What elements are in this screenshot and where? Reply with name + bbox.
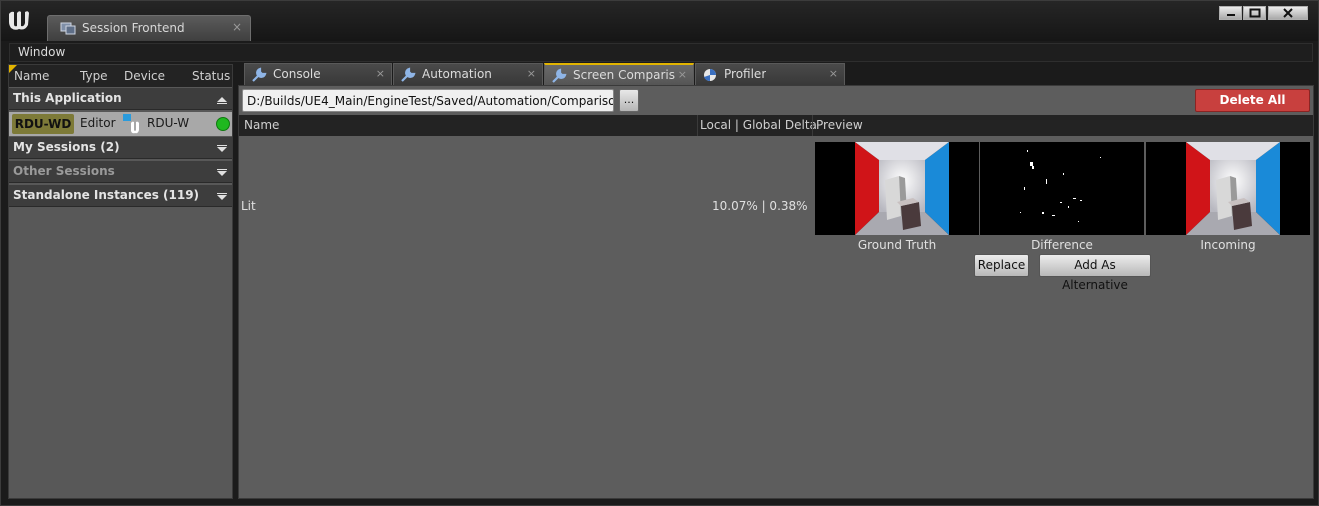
comparison-row-delta: 10.07% | 0.38% xyxy=(712,199,808,213)
maximize-button[interactable] xyxy=(1243,6,1266,20)
tab-console[interactable]: Console × xyxy=(244,63,392,85)
document-tab-label: Session Frontend xyxy=(82,21,185,35)
ground-truth-image[interactable] xyxy=(815,142,979,235)
tool-tab-strip: Console × Automation × Screen Comparison… xyxy=(241,63,1313,85)
column-header-type[interactable]: Type xyxy=(80,69,108,83)
windows-ue-icon xyxy=(123,114,139,134)
profiler-icon xyxy=(704,69,716,82)
tab-label: Screen Comparison xyxy=(573,68,675,82)
expand-down-icon xyxy=(217,193,227,200)
close-tab-icon[interactable]: × xyxy=(829,67,838,80)
menu-window[interactable]: Window xyxy=(18,45,65,59)
close-tab-icon[interactable]: × xyxy=(678,68,687,81)
section-label: This Application xyxy=(13,91,122,105)
replace-button[interactable]: Replace xyxy=(974,254,1029,277)
column-header-name[interactable]: Name xyxy=(244,118,279,132)
delete-all-reports-button[interactable]: Delete All Reports xyxy=(1195,89,1310,128)
add-as-alternative-button[interactable]: Add As Alternative xyxy=(1039,254,1151,292)
cornell-box-render xyxy=(815,142,979,235)
comparison-row-name[interactable]: Lit xyxy=(241,199,256,213)
difference-render xyxy=(980,142,1144,235)
session-frontend-icon xyxy=(60,22,76,35)
tab-label: Automation xyxy=(422,67,492,81)
minimize-icon xyxy=(1226,14,1235,16)
tab-label: Profiler xyxy=(724,67,767,81)
minimize-button[interactable] xyxy=(1219,6,1242,20)
tab-automation[interactable]: Automation × xyxy=(393,63,543,85)
session-browser-panel: Name Type Device Status This Application… xyxy=(8,64,233,499)
wrench-icon xyxy=(401,67,416,82)
comparison-path-field[interactable]: D:/Builds/UE4_Main/EngineTest/Saved/Auto… xyxy=(242,89,614,112)
incoming-caption: Incoming xyxy=(1200,238,1256,252)
close-window-button[interactable] xyxy=(1268,6,1308,20)
section-other-sessions[interactable]: Other Sessions xyxy=(9,161,232,183)
expand-down-icon xyxy=(217,169,227,176)
column-separator[interactable] xyxy=(812,115,813,136)
section-my-sessions[interactable]: My Sessions (2) xyxy=(9,137,232,159)
comparison-list-header: Name Local | Global Delta Preview xyxy=(239,115,1313,136)
close-tab-icon[interactable]: × xyxy=(232,20,242,34)
difference-image[interactable] xyxy=(980,142,1144,235)
menu-bar: Window xyxy=(9,43,1313,62)
wrench-icon xyxy=(252,67,267,82)
title-bar[interactable]: Session Frontend × xyxy=(1,1,1318,41)
column-header-device[interactable]: Device xyxy=(124,69,165,83)
browse-folder-button[interactable]: ... xyxy=(619,89,639,112)
column-separator[interactable] xyxy=(697,115,698,136)
close-tab-icon[interactable]: × xyxy=(527,67,536,80)
expand-down-icon xyxy=(217,145,227,152)
maximize-icon xyxy=(1249,8,1260,18)
difference-caption: Difference xyxy=(1031,238,1093,252)
section-this-application[interactable]: This Application xyxy=(9,88,232,110)
tab-label: Console xyxy=(273,67,321,81)
window-controls xyxy=(1218,6,1308,20)
session-frontend-window: Session Frontend × Window Name Type Devi… xyxy=(0,0,1319,506)
unreal-logo-icon xyxy=(9,11,29,30)
tab-profiler[interactable]: Profiler × xyxy=(695,63,845,85)
column-header-delta[interactable]: Local | Global Delta xyxy=(700,118,817,132)
session-device: RDU-W xyxy=(147,116,190,130)
screen-comparison-panel: D:/Builds/UE4_Main/EngineTest/Saved/Auto… xyxy=(238,85,1314,499)
ground-truth-caption: Ground Truth xyxy=(857,238,937,252)
session-row-rdu-wd[interactable]: RDU-WD Editor RDU-W xyxy=(9,112,232,136)
section-label: My Sessions (2) xyxy=(13,140,120,154)
session-browser-header: Name Type Device Status xyxy=(9,65,232,87)
incoming-image[interactable] xyxy=(1146,142,1310,235)
section-standalone-instances[interactable]: Standalone Instances (119) xyxy=(9,185,232,207)
wrench-icon xyxy=(552,68,567,83)
column-header-status[interactable]: Status xyxy=(192,69,230,83)
close-icon xyxy=(1283,8,1293,18)
session-type: Editor xyxy=(80,116,116,130)
collapse-up-icon xyxy=(217,97,227,104)
status-online-indicator xyxy=(216,117,230,131)
session-name-badge: RDU-WD xyxy=(12,114,74,134)
close-tab-icon[interactable]: × xyxy=(376,67,385,80)
document-tab-session-frontend[interactable]: Session Frontend × xyxy=(47,15,251,41)
column-header-name[interactable]: Name xyxy=(14,69,49,83)
column-header-preview[interactable]: Preview xyxy=(816,118,863,132)
tab-screen-comparison[interactable]: Screen Comparison × xyxy=(544,63,694,85)
section-label: Standalone Instances (119) xyxy=(13,188,200,202)
section-label: Other Sessions xyxy=(13,164,115,178)
cornell-box-render xyxy=(1146,142,1310,235)
